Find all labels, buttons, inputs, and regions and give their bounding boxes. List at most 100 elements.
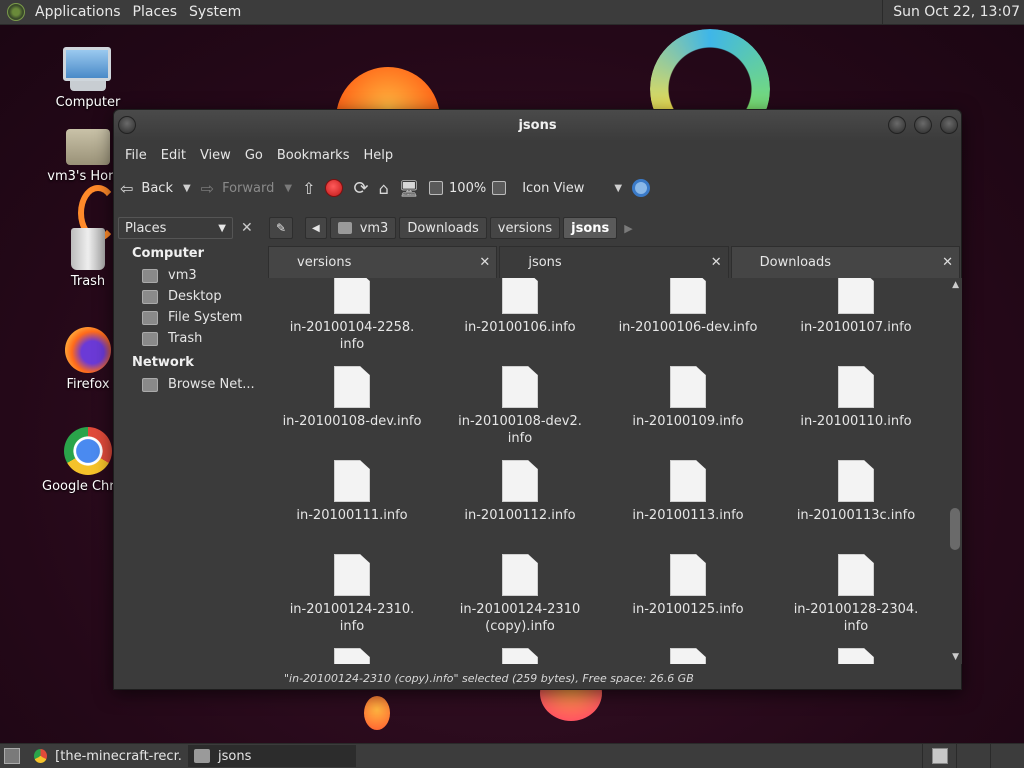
file-item[interactable]: in-20100106-dev.info [604,278,772,366]
file-item[interactable]: in-20100106.info [436,278,604,366]
breadcrumb-label: vm3 [359,220,389,236]
breadcrumb-versions[interactable]: versions [489,217,561,239]
breadcrumb-vm3[interactable]: vm3 [329,217,397,239]
text-file-icon [838,366,874,408]
close-icon[interactable]: ✕ [711,255,722,270]
text-file-icon [838,460,874,502]
breadcrumb: ✎ ◀ vm3 Downloads versions jsons ▶ [269,216,959,240]
tab-jsons[interactable]: jsons ✕ [499,246,729,278]
file-item[interactable]: in-20100108-dev2. info [436,366,604,460]
sidebar-item-desktop[interactable]: Desktop [118,286,264,307]
search-button[interactable] [632,179,651,197]
tab-downloads[interactable]: Downloads ✕ [730,246,960,278]
text-file-icon [334,366,370,408]
file-item[interactable] [604,648,772,664]
back-arrow-icon: ⇦ [120,178,134,198]
file-item[interactable] [772,648,940,664]
sidebar-item-browse-network[interactable]: Browse Net... [118,374,264,395]
breadcrumb-jsons[interactable]: jsons [563,217,618,239]
breadcrumb-downloads[interactable]: Downloads [399,217,487,239]
close-sidebar-icon[interactable]: ✕ [241,220,253,236]
text-file-icon [502,554,538,596]
maximize-button[interactable] [914,116,932,134]
system-menu[interactable]: System [183,4,247,20]
file-item[interactable] [436,648,604,664]
chrome-icon [34,749,48,763]
desktop-icon-computer[interactable]: Computer [38,47,138,110]
close-icon[interactable]: ✕ [479,255,490,270]
menu-help[interactable]: Help [356,148,400,163]
close-icon[interactable]: ✕ [942,255,953,270]
zoom-in-icon[interactable] [492,181,507,195]
path-scroll-left-button[interactable]: ◀ [305,217,327,239]
vertical-scrollbar[interactable]: ▲ ▼ [948,278,962,664]
file-item[interactable]: in-20100108-dev.info [268,366,436,460]
file-item[interactable]: in-20100113.info [604,460,772,554]
file-item[interactable] [268,648,436,664]
scrollbar-thumb[interactable] [950,508,960,550]
workspace-switcher [922,743,1024,768]
home-folder-icon [337,222,352,234]
file-item[interactable]: in-20100128-2304. info [772,554,940,648]
applications-menu[interactable]: Applications [29,4,127,20]
taskbar-item-chrome[interactable]: [the-minecraft-recr... [28,745,188,767]
taskbar-item-jsons[interactable]: jsons [188,745,356,767]
distro-logo-icon[interactable] [7,3,25,21]
window-menu-button[interactable] [118,116,136,134]
file-item[interactable]: in-20100110.info [772,366,940,460]
window-titlebar[interactable]: jsons [114,110,961,141]
sidebar-item-vm3[interactable]: vm3 [118,265,264,286]
forward-history-dropdown[interactable]: ▼ [284,183,292,194]
workspace-2[interactable] [956,743,990,768]
sidebar-item-file-system[interactable]: File System [118,307,264,328]
sidebar-item-trash[interactable]: Trash [118,328,264,349]
menu-bookmarks[interactable]: Bookmarks [270,148,357,163]
file-name: in-20100111.info [296,508,408,523]
close-window-button[interactable] [940,116,958,134]
clock[interactable]: Sun Oct 22, 13:07 [882,0,1024,25]
file-item[interactable]: in-20100124-2310 (copy).info [436,554,604,648]
file-item[interactable]: in-20100111.info [268,460,436,554]
icon-view[interactable]: in-20100104-2258. info in-20100106.info in… [268,278,962,664]
file-name: in-20100112.info [464,508,576,523]
menu-file[interactable]: File [118,148,154,163]
tab-bar: versions ✕ jsons ✕ Downloads ✕ [268,246,962,278]
toggle-location-entry-button[interactable]: ✎ [269,217,293,239]
file-item[interactable]: in-20100109.info [604,366,772,460]
file-name: in-20100109.info [632,414,744,429]
stop-button[interactable] [325,179,344,197]
sidebar-type-select[interactable]: Places ▼ [118,217,233,239]
file-item[interactable]: in-20100125.info [604,554,772,648]
up-button[interactable]: ⇧ [302,179,315,198]
home-button[interactable]: ⌂ [379,179,389,198]
file-item[interactable]: in-20100124-2310. info [268,554,436,648]
toolbar: ⇦ Back ▼ ⇨ Forward ▼ ⇧ ⟳ ⌂ 🖥 100% Icon V… [114,169,961,207]
file-item[interactable]: in-20100104-2258. info [268,278,436,366]
back-button[interactable]: ⇦ Back ▼ [120,179,191,198]
view-mode-select[interactable]: Icon View ▼ [522,181,622,196]
minimize-button[interactable] [888,116,906,134]
show-desktop-icon[interactable] [4,748,20,764]
computer-button[interactable]: 🖥 [399,179,419,198]
places-header: Places ▼ ✕ [118,216,262,240]
menu-go[interactable]: Go [238,148,270,163]
menu-view[interactable]: View [193,148,238,163]
text-file-icon [670,366,706,408]
tab-versions[interactable]: versions ✕ [268,246,498,278]
pencil-icon: ✎ [275,221,287,235]
forward-button[interactable]: ⇨ Forward ▼ [201,179,292,198]
reload-button[interactable]: ⟳ [353,178,368,199]
zoom-out-icon[interactable] [429,181,444,195]
menu-edit[interactable]: Edit [154,148,193,163]
file-item[interactable]: in-20100107.info [772,278,940,366]
chevron-right-icon[interactable]: ▶ [624,222,632,235]
file-item[interactable]: in-20100113c.info [772,460,940,554]
scroll-down-icon[interactable]: ▼ [952,652,959,662]
workspace-1[interactable] [922,743,956,768]
workspace-3[interactable] [990,743,1024,768]
file-item[interactable]: in-20100112.info [436,460,604,554]
scroll-up-icon[interactable]: ▲ [952,280,959,290]
places-menu[interactable]: Places [127,4,184,20]
breadcrumb-label: Downloads [407,220,479,236]
back-history-dropdown[interactable]: ▼ [183,183,191,194]
